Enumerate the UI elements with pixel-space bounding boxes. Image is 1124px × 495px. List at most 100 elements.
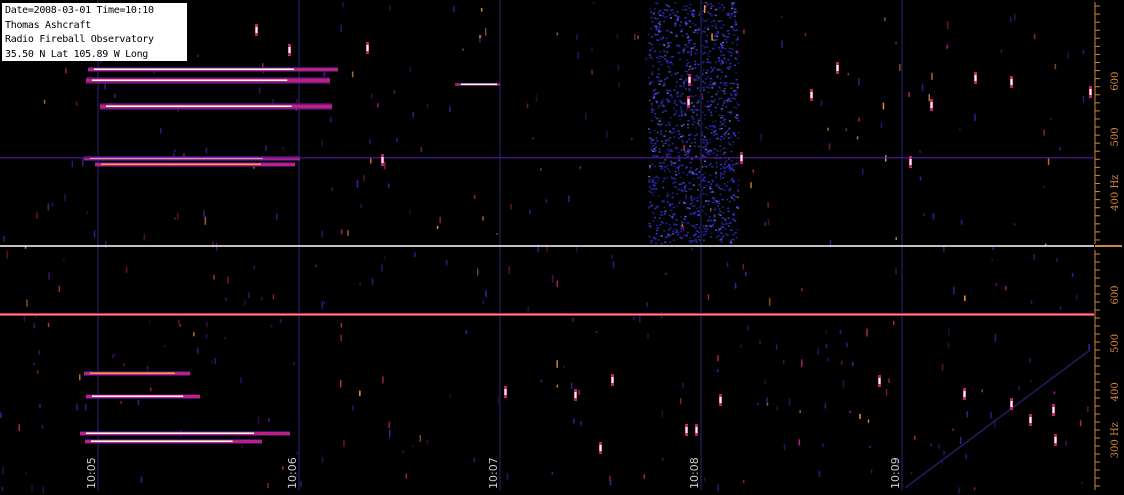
- noise-speck: [713, 131, 716, 133]
- noise-speck: [737, 84, 740, 86]
- noise-speck: [671, 215, 674, 218]
- noise-speck: [669, 117, 672, 119]
- noise-speck: [717, 200, 720, 202]
- noise-speck: [728, 143, 731, 145]
- noise-speck: [648, 77, 651, 79]
- noise-speck: [960, 219, 963, 225]
- noise-speck: [719, 163, 722, 166]
- noise-speck: [646, 301, 648, 308]
- noise-speck: [767, 219, 770, 225]
- noise-speck: [704, 78, 707, 80]
- noise-speck: [697, 120, 700, 122]
- noise-speck: [660, 38, 662, 40]
- noise-speck: [696, 177, 699, 179]
- noise-speck: [660, 101, 663, 103]
- noise-speck: [679, 119, 682, 121]
- noise-speck: [670, 209, 673, 211]
- noise-speck: [695, 224, 698, 226]
- noise-speck: [1065, 440, 1067, 446]
- noise-speck: [672, 12, 675, 14]
- noise-speck: [653, 182, 656, 184]
- noise-speck: [734, 94, 737, 97]
- noise-speck: [668, 150, 671, 152]
- noise-speck: [683, 86, 685, 88]
- noise-speck: [695, 113, 698, 116]
- noise-speck: [727, 128, 730, 130]
- noise-speck: [799, 410, 801, 413]
- noise-speck: [651, 47, 654, 49]
- noise-speck: [687, 151, 690, 153]
- noise-speck: [736, 36, 739, 39]
- noise-speck: [824, 403, 827, 409]
- noise-speck: [706, 46, 709, 49]
- noise-speck: [477, 268, 479, 276]
- noise-speck: [697, 214, 699, 217]
- noise-speck: [733, 194, 736, 196]
- noise-speck: [705, 148, 708, 151]
- noise-speck: [722, 116, 725, 119]
- noise-speck: [737, 104, 740, 106]
- noise-speck: [674, 72, 677, 75]
- noise-speck: [767, 202, 769, 208]
- noise-speck: [697, 63, 700, 66]
- noise-speck: [388, 183, 390, 188]
- noise-speck: [649, 201, 652, 204]
- noise-speck: [664, 159, 667, 161]
- noise-speck: [650, 146, 653, 148]
- noise-speck: [661, 99, 664, 102]
- noise-speck: [473, 195, 476, 199]
- carrier-line: [0, 157, 1094, 159]
- noise-speck: [1071, 272, 1074, 277]
- noise-speck: [711, 69, 714, 71]
- noise-speck: [730, 13, 733, 15]
- noise-speck: [674, 25, 677, 27]
- noise-speck: [733, 19, 736, 22]
- noise-speck: [692, 95, 695, 98]
- noise-speck: [743, 480, 745, 483]
- noise-speck: [449, 106, 451, 112]
- noise-speck: [691, 123, 694, 126]
- noise-speck: [849, 410, 851, 413]
- noise-speck: [673, 102, 676, 104]
- noise-speck: [706, 34, 709, 37]
- noise-speck: [669, 170, 671, 173]
- noise-speck: [757, 402, 759, 405]
- noise-speck: [658, 165, 661, 167]
- noise-speck: [409, 210, 411, 214]
- noise-speck: [703, 118, 706, 120]
- echo-core: [92, 79, 288, 81]
- spectrogram-background: [0, 0, 1124, 495]
- noise-speck: [708, 154, 711, 156]
- noise-speck: [697, 236, 700, 238]
- noise-speck: [691, 205, 694, 207]
- noise-speck: [668, 121, 670, 124]
- noise-speck: [669, 61, 672, 64]
- noise-speck: [692, 13, 695, 15]
- noise-speck: [973, 487, 976, 491]
- noise-speck: [665, 89, 668, 91]
- noise-speck: [725, 185, 728, 187]
- noise-speck: [691, 9, 694, 11]
- noise-speck: [694, 29, 697, 31]
- noise-speck: [725, 106, 728, 108]
- noise-speck: [724, 220, 727, 222]
- noise-speck: [658, 30, 661, 33]
- noise-speck: [665, 272, 667, 275]
- noise-speck: [733, 93, 736, 95]
- noise-speck: [654, 2, 657, 4]
- top-freq-label: 400 Hz: [1110, 175, 1121, 211]
- noise-speck: [205, 334, 208, 339]
- noise-speck: [666, 201, 669, 203]
- noise-speck: [716, 150, 719, 152]
- noise-speck: [709, 224, 712, 227]
- noise-speck: [204, 216, 207, 225]
- noise-speck: [682, 382, 684, 389]
- noise-speck: [193, 332, 195, 337]
- noise-speck: [672, 233, 675, 235]
- noise-speck: [899, 64, 901, 71]
- noise-speck: [720, 232, 723, 234]
- noise-speck: [701, 61, 704, 63]
- noise-speck: [1013, 223, 1016, 226]
- noise-speck: [703, 186, 705, 189]
- noise-speck: [726, 66, 729, 69]
